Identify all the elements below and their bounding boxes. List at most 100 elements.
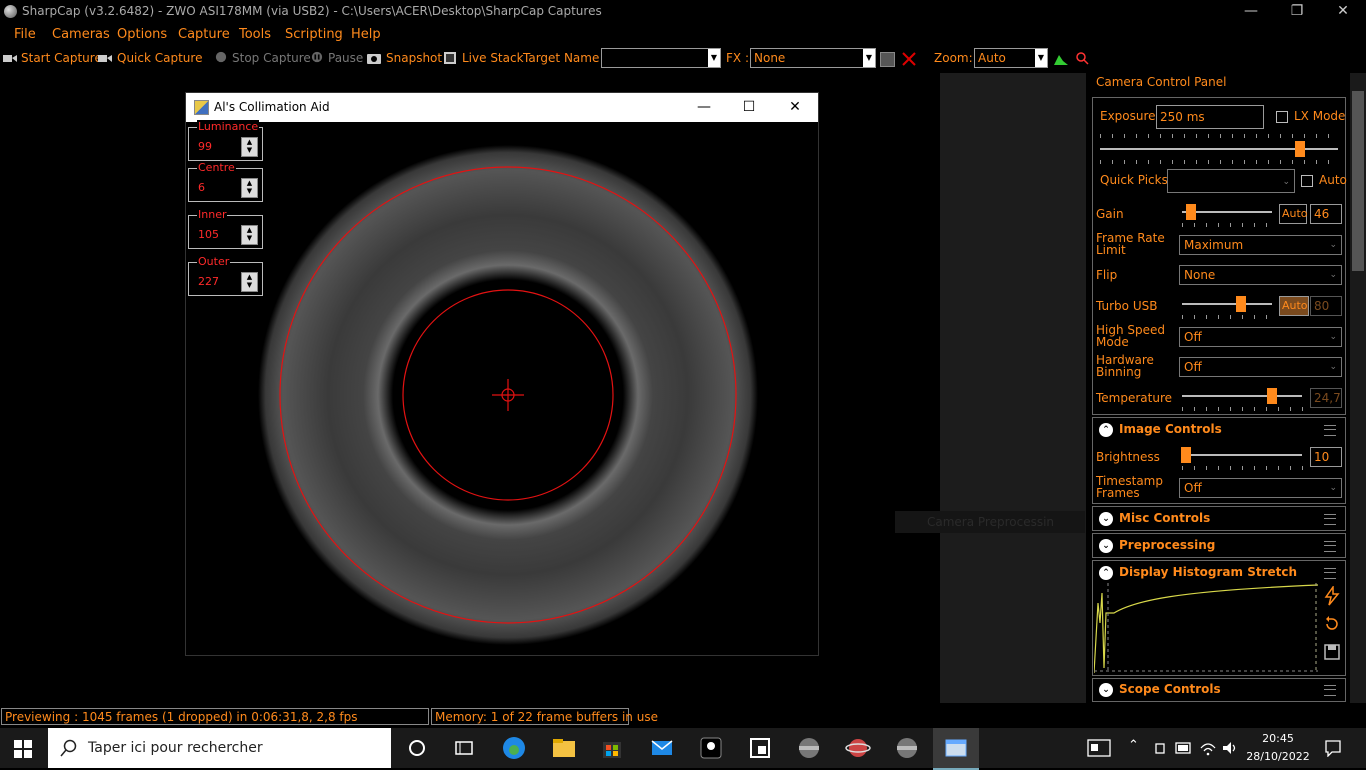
file-explorer-icon[interactable] xyxy=(550,734,578,762)
volume-icon[interactable] xyxy=(1221,740,1239,756)
menu-icon[interactable] xyxy=(1324,541,1336,552)
outer-spinner[interactable]: ▲ ▼ xyxy=(241,272,258,292)
brightness-slider[interactable] xyxy=(1182,454,1302,456)
timestamp-frames-select[interactable]: Off ⌄ xyxy=(1179,478,1342,498)
flip-select[interactable]: None ⌄ xyxy=(1179,265,1342,285)
histogram-icon[interactable] xyxy=(1054,52,1068,65)
app-fbw-icon[interactable] xyxy=(697,734,725,762)
task-view-icon[interactable] xyxy=(450,734,478,762)
histogram-graph[interactable] xyxy=(1094,583,1318,673)
cortana-icon[interactable] xyxy=(403,734,431,762)
reticle-cross-icon[interactable] xyxy=(901,51,917,67)
menu-cameras[interactable]: Cameras xyxy=(52,27,110,42)
news-widget-icon[interactable] xyxy=(1087,739,1111,757)
menu-file[interactable]: File xyxy=(14,27,36,42)
clock-date[interactable]: 28/10/2022 xyxy=(1246,750,1310,763)
frame-rate-select[interactable]: Maximum ⌄ xyxy=(1179,235,1342,255)
turbo-usb-value-input[interactable]: 80 xyxy=(1310,296,1342,316)
menu-icon[interactable] xyxy=(1324,568,1336,579)
start-capture-button[interactable]: Start Capture xyxy=(21,51,102,65)
quick-picks-select[interactable]: ⌄ xyxy=(1167,169,1295,193)
misc-controls-title[interactable]: Misc Controls xyxy=(1119,511,1210,525)
chevron-up-icon[interactable]: ⌃ xyxy=(1099,566,1113,580)
turbo-usb-auto-button[interactable]: Auto xyxy=(1279,296,1309,316)
lx-mode-checkbox[interactable] xyxy=(1276,111,1288,123)
search-icon xyxy=(60,739,77,757)
collimation-window-icon[interactable] xyxy=(942,734,970,762)
centre-spinner[interactable]: ▲ ▼ xyxy=(241,178,258,198)
taskbar-search[interactable]: Taper ici pour rechercher xyxy=(48,728,391,768)
windows-start-icon[interactable] xyxy=(14,740,32,758)
fx-select[interactable]: None ▼ xyxy=(750,48,876,68)
menu-icon[interactable] xyxy=(1324,685,1336,696)
inner-value[interactable]: 105 xyxy=(198,228,219,241)
notification-icon[interactable] xyxy=(1324,739,1342,757)
hardware-binning-select[interactable]: Off ⌄ xyxy=(1179,357,1342,377)
live-stack-button[interactable]: Live Stack xyxy=(462,51,524,65)
gain-slider-thumb[interactable] xyxy=(1186,204,1196,220)
temperature-slider-thumb[interactable] xyxy=(1267,388,1277,404)
mail-icon[interactable] xyxy=(648,734,676,762)
lightning-icon[interactable] xyxy=(1322,586,1342,606)
zoom-select[interactable]: Auto ▼ xyxy=(974,48,1048,68)
centre-value[interactable]: 6 xyxy=(198,181,205,194)
usb-device-icon[interactable] xyxy=(1152,740,1168,756)
chevron-up-icon[interactable]: ⌃ xyxy=(1099,423,1113,437)
save-icon[interactable] xyxy=(1322,642,1342,662)
fx-settings-icon[interactable] xyxy=(880,52,895,67)
histogram-title[interactable]: Display Histogram Stretch xyxy=(1119,565,1297,579)
menu-tools[interactable]: Tools xyxy=(239,27,271,42)
inner-spinner[interactable]: ▲ ▼ xyxy=(241,225,258,245)
maximize-button[interactable]: ☐ xyxy=(726,93,772,122)
menu-icon[interactable] xyxy=(1324,514,1336,525)
panel-scrollbar[interactable] xyxy=(1350,73,1366,703)
clock-time[interactable]: 20:45 xyxy=(1246,732,1310,745)
menu-scripting[interactable]: Scripting xyxy=(285,27,343,42)
restore-button[interactable]: ❐ xyxy=(1274,0,1320,23)
quick-capture-button[interactable]: Quick Capture xyxy=(117,51,202,65)
menu-capture[interactable]: Capture xyxy=(178,27,230,42)
close-button[interactable]: ✕ xyxy=(1320,0,1366,23)
scrollbar-thumb[interactable] xyxy=(1352,91,1364,271)
sharpcap-icon-2[interactable] xyxy=(893,734,921,762)
chevron-down-icon[interactable]: ⌄ xyxy=(1099,512,1113,526)
reset-icon[interactable] xyxy=(1322,614,1342,634)
chevron-down-icon[interactable]: ⌄ xyxy=(1099,539,1113,553)
wifi-icon[interactable] xyxy=(1199,740,1217,756)
outer-value[interactable]: 227 xyxy=(198,275,219,288)
luminance-value[interactable]: 99 xyxy=(198,140,212,153)
battery-icon[interactable] xyxy=(1175,742,1193,754)
chevron-up-icon[interactable]: ⌃ xyxy=(1128,738,1139,753)
high-speed-mode-select[interactable]: Off ⌄ xyxy=(1179,327,1342,347)
satellite-app-icon[interactable] xyxy=(844,734,872,762)
menu-icon[interactable] xyxy=(1324,425,1336,436)
pause-button[interactable]: Pause xyxy=(328,51,363,65)
chevron-down-icon[interactable]: ⌄ xyxy=(1099,683,1113,697)
edge-browser-icon[interactable] xyxy=(500,734,528,762)
app-window-icon[interactable] xyxy=(746,734,774,762)
menu-options[interactable]: Options xyxy=(117,27,167,42)
minimize-button[interactable]: — xyxy=(1228,0,1274,23)
brightness-slider-thumb[interactable] xyxy=(1180,447,1191,463)
minimize-button[interactable]: — xyxy=(681,93,727,122)
gain-auto-button[interactable]: Auto xyxy=(1279,204,1308,224)
store-icon[interactable] xyxy=(598,734,626,762)
focus-target-icon[interactable] xyxy=(1075,51,1089,65)
sharpcap-icon[interactable] xyxy=(795,734,823,762)
image-controls-title[interactable]: Image Controls xyxy=(1119,422,1222,436)
close-button[interactable]: ✕ xyxy=(772,93,818,122)
stop-capture-button[interactable]: Stop Capture xyxy=(232,51,311,65)
luminance-spinner[interactable]: ▲ ▼ xyxy=(241,137,258,157)
turbo-slider-thumb[interactable] xyxy=(1235,296,1246,312)
scope-controls-title[interactable]: Scope Controls xyxy=(1119,682,1221,696)
brightness-value-input[interactable]: 10 xyxy=(1310,447,1342,467)
exposure-input[interactable]: 250 ms xyxy=(1156,105,1264,129)
turbo-usb-slider[interactable] xyxy=(1182,303,1272,305)
preprocessing-title[interactable]: Preprocessing xyxy=(1119,538,1215,552)
target-name-combo[interactable]: ▼ xyxy=(601,48,721,68)
exposure-slider-thumb[interactable] xyxy=(1294,141,1305,157)
menu-help[interactable]: Help xyxy=(351,27,381,42)
quick-picks-auto-checkbox[interactable] xyxy=(1301,175,1313,187)
snapshot-button[interactable]: Snapshot xyxy=(386,51,442,65)
gain-value-input[interactable]: 46 xyxy=(1310,204,1342,224)
